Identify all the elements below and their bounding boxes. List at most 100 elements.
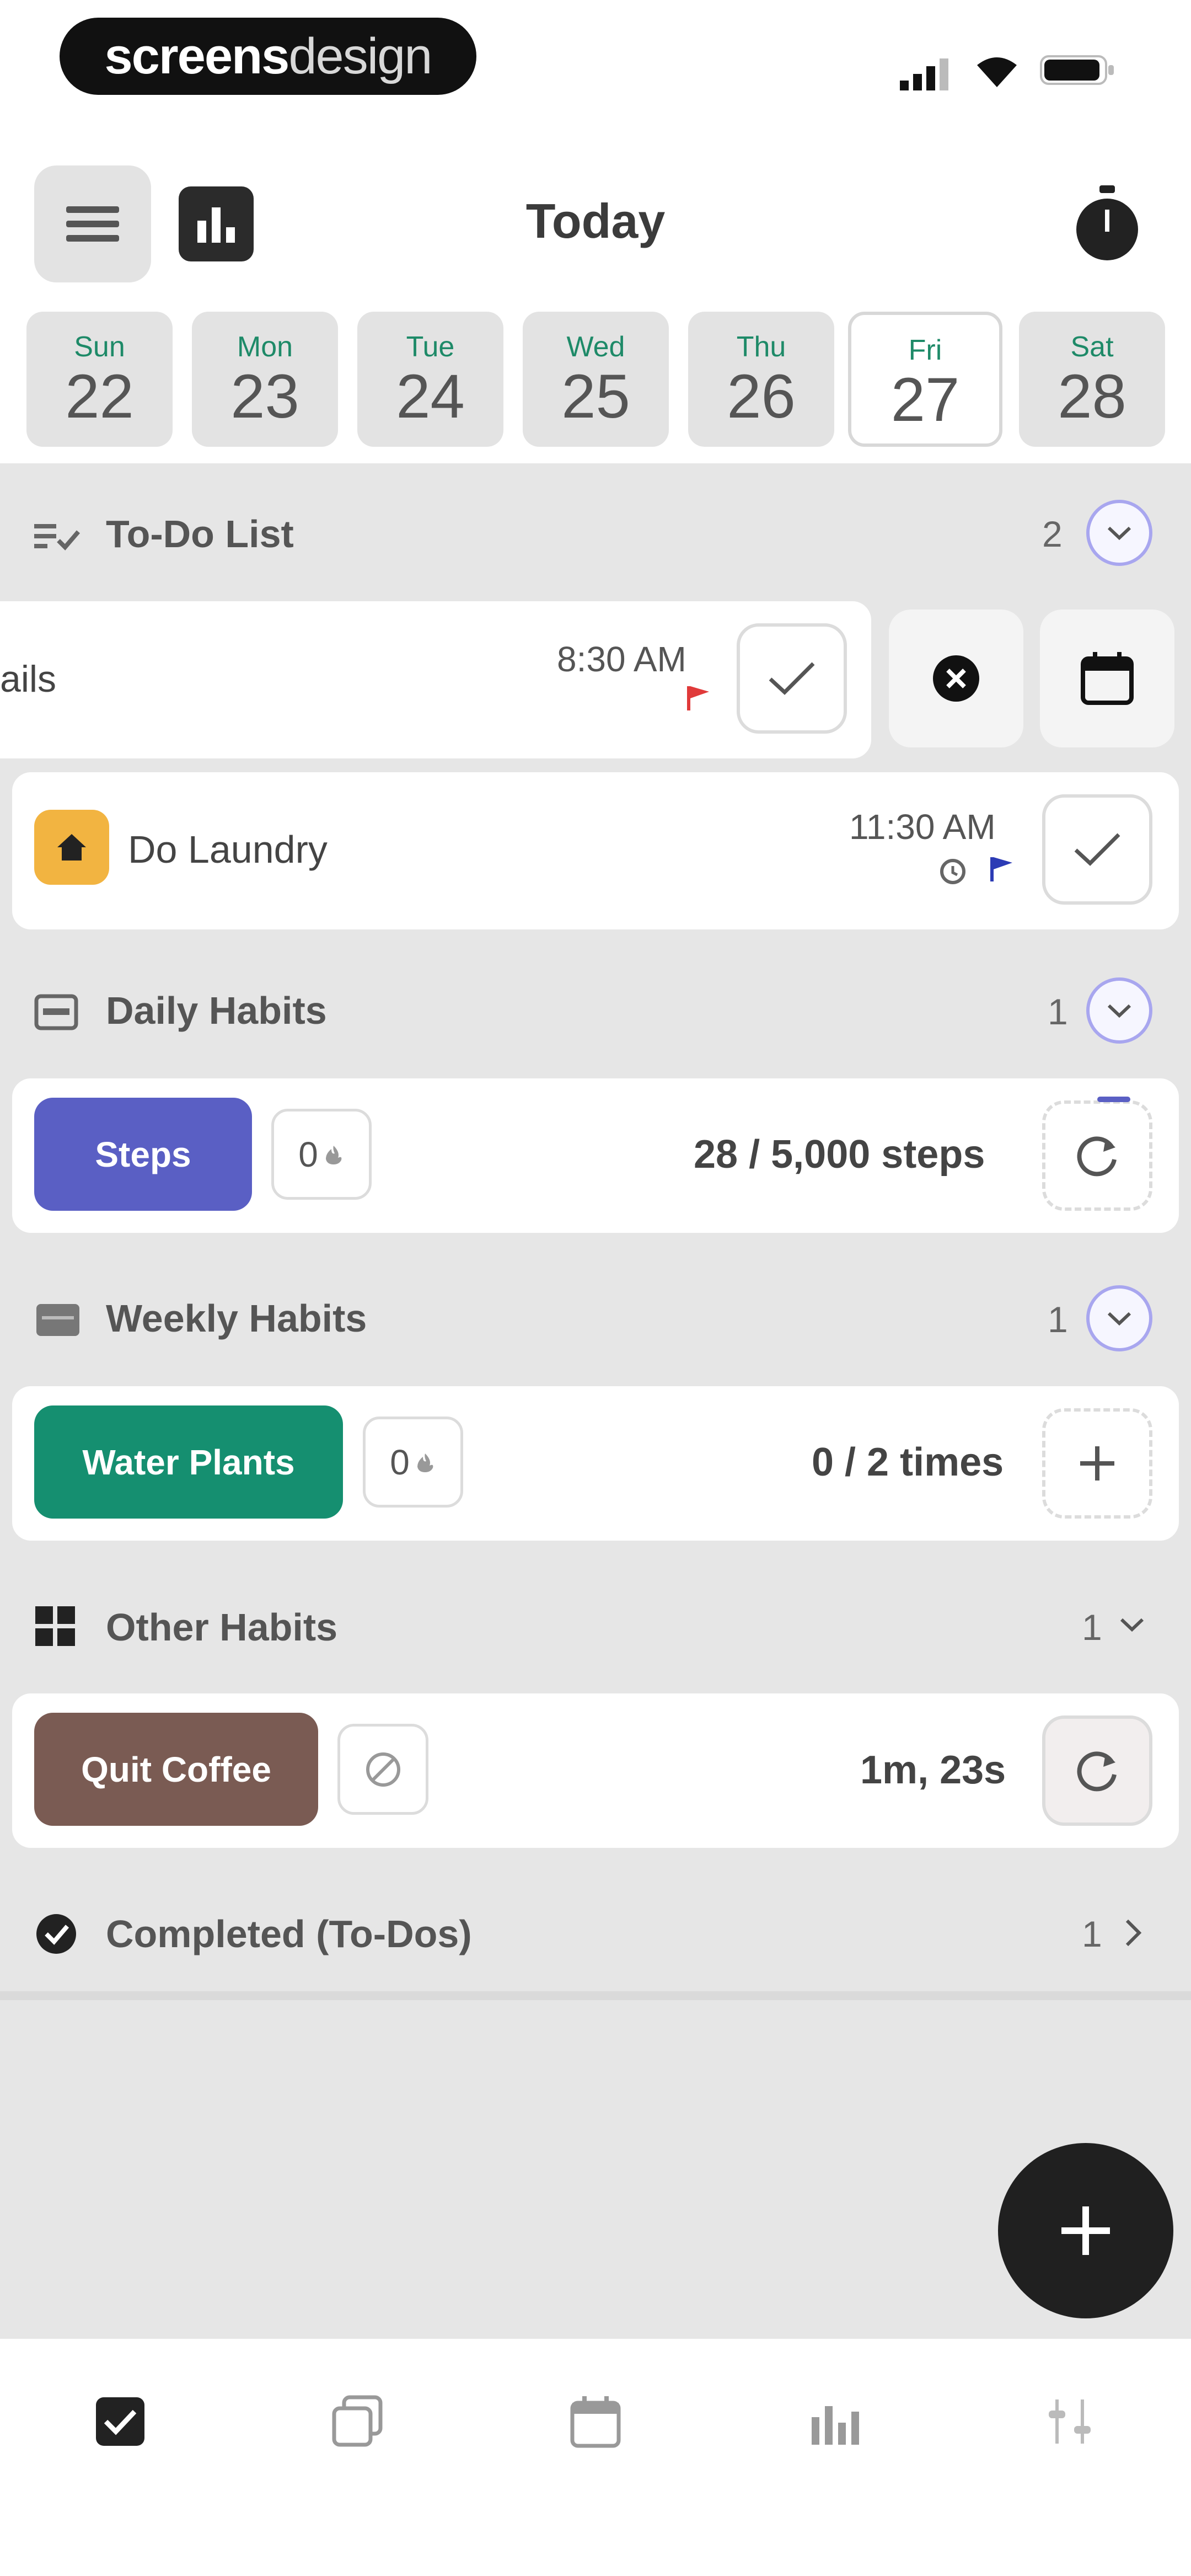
tab-habits[interactable] bbox=[319, 2383, 396, 2460]
fire-icon bbox=[325, 1145, 342, 1164]
weekly-habits-collapse-button[interactable] bbox=[1086, 1285, 1152, 1351]
daily-habits-collapse-button[interactable] bbox=[1086, 977, 1152, 1044]
habit-progress: 28 / 5,000 steps bbox=[694, 1132, 985, 1177]
day-mon[interactable]: Mon 23 bbox=[192, 312, 338, 447]
todo-item-time: 8:30 AM bbox=[557, 639, 686, 679]
other-habits-icon bbox=[34, 1605, 76, 1647]
day-tue[interactable]: Tue 24 bbox=[357, 312, 503, 447]
chevron-down-icon[interactable] bbox=[1118, 1614, 1146, 1636]
todo-section-title: To-Do List bbox=[106, 512, 294, 555]
streak-count: 0 bbox=[298, 1134, 318, 1174]
chevron-down-icon bbox=[1107, 526, 1131, 541]
weekly-habits-count: 1 bbox=[1048, 1299, 1068, 1340]
other-habits-count: 1 bbox=[1082, 1607, 1102, 1648]
page-title: Today bbox=[525, 194, 666, 248]
progress-indicator bbox=[1097, 1097, 1130, 1102]
brand-logo: screens design bbox=[60, 18, 476, 95]
complete-todo-button[interactable] bbox=[737, 623, 847, 734]
streak-badge: 0 bbox=[363, 1417, 463, 1508]
day-sat[interactable]: Sat 28 bbox=[1019, 312, 1165, 447]
day-date: 24 bbox=[396, 362, 465, 431]
tab-today[interactable] bbox=[82, 2383, 159, 2460]
other-habits-title: Other Habits bbox=[106, 1606, 338, 1649]
checkbox-icon bbox=[96, 2397, 144, 2446]
home-icon bbox=[34, 810, 109, 885]
todo-collapse-button[interactable] bbox=[1086, 500, 1152, 566]
completed-check-icon bbox=[34, 1912, 78, 1956]
bar-chart-icon bbox=[812, 2406, 859, 2445]
day-name: Thu bbox=[736, 331, 786, 363]
signal-icon bbox=[900, 53, 955, 92]
flag-icon bbox=[987, 855, 1015, 883]
completed-count: 1 bbox=[1082, 1914, 1102, 1954]
habit-progress: 0 / 2 times bbox=[812, 1440, 1004, 1484]
reset-habit-button[interactable] bbox=[1042, 1715, 1152, 1826]
daily-habits-icon bbox=[34, 993, 78, 1032]
plus-icon bbox=[1080, 1446, 1114, 1481]
stopwatch-icon bbox=[1076, 185, 1138, 260]
close-circle-icon bbox=[933, 655, 979, 702]
refresh-icon bbox=[1077, 1136, 1117, 1177]
section-divider bbox=[0, 1991, 1191, 2000]
completed-title: Completed (To-Dos) bbox=[106, 1912, 472, 1955]
calendar-icon bbox=[1081, 652, 1134, 705]
tab-stats[interactable] bbox=[795, 2383, 872, 2460]
day-name: Sat bbox=[1070, 331, 1114, 363]
alarm-icon bbox=[937, 855, 968, 886]
habit-pill-steps[interactable]: Steps bbox=[34, 1098, 252, 1211]
day-name: Fri bbox=[908, 334, 942, 366]
day-date: 22 bbox=[65, 362, 134, 431]
todo-section-icon bbox=[34, 519, 84, 552]
brand-bold: screens bbox=[104, 28, 290, 84]
sliders-icon bbox=[1049, 2399, 1091, 2444]
day-sun[interactable]: Sun 22 bbox=[26, 312, 173, 447]
day-date: 26 bbox=[727, 362, 796, 431]
day-date: 27 bbox=[890, 365, 960, 434]
streak-badge: 0 bbox=[271, 1109, 372, 1200]
flag-icon bbox=[684, 684, 711, 712]
habit-pill-quit-coffee[interactable]: Quit Coffee bbox=[34, 1713, 318, 1826]
tab-settings[interactable] bbox=[1032, 2383, 1109, 2460]
day-name: Sun bbox=[74, 331, 125, 363]
todo-count: 2 bbox=[1042, 514, 1063, 554]
weekly-habits-icon bbox=[34, 1301, 82, 1339]
calendar-icon bbox=[570, 2396, 621, 2448]
add-button[interactable] bbox=[998, 2143, 1173, 2318]
brand-light: design bbox=[288, 28, 432, 84]
increment-habit-button[interactable] bbox=[1042, 1408, 1152, 1519]
day-date: 23 bbox=[230, 362, 299, 431]
habit-pill-water-plants[interactable]: Water Plants bbox=[34, 1405, 343, 1519]
delete-action-button[interactable] bbox=[889, 610, 1023, 747]
day-thu[interactable]: Thu 26 bbox=[688, 312, 834, 447]
streak-count: 0 bbox=[390, 1442, 410, 1482]
day-date: 28 bbox=[1058, 362, 1126, 431]
stack-icon bbox=[332, 2395, 383, 2447]
timer-button[interactable] bbox=[1074, 185, 1140, 263]
day-name: Tue bbox=[406, 331, 455, 363]
chevron-down-icon bbox=[1107, 1312, 1131, 1326]
todo-item-time: 11:30 AM bbox=[849, 807, 996, 847]
daily-habits-count: 1 bbox=[1048, 991, 1068, 1032]
day-name: Wed bbox=[566, 331, 625, 363]
day-wed[interactable]: Wed 25 bbox=[523, 312, 669, 447]
tab-calendar[interactable] bbox=[557, 2383, 634, 2460]
todo-item-label: ails bbox=[0, 658, 57, 700]
schedule-action-button[interactable] bbox=[1040, 610, 1174, 747]
refresh-habit-button[interactable] bbox=[1042, 1100, 1152, 1211]
weekly-habits-title: Weekly Habits bbox=[106, 1297, 367, 1340]
chevron-right-icon[interactable] bbox=[1123, 1916, 1145, 1949]
day-date: 25 bbox=[561, 362, 630, 431]
day-name: Mon bbox=[237, 331, 293, 363]
daily-habits-title: Daily Habits bbox=[106, 989, 327, 1032]
battery-icon bbox=[1040, 53, 1117, 86]
fire-icon bbox=[417, 1453, 433, 1472]
no-streak-badge bbox=[337, 1724, 428, 1815]
plus-icon bbox=[1061, 2206, 1110, 2255]
day-fri-selected[interactable]: Fri 27 bbox=[848, 312, 1002, 447]
todo-item-label: Do Laundry bbox=[128, 828, 328, 871]
habit-elapsed: 1m, 23s bbox=[860, 1748, 1006, 1792]
wifi-icon bbox=[975, 52, 1019, 90]
refresh-icon bbox=[1077, 1751, 1117, 1792]
complete-todo-button[interactable] bbox=[1042, 794, 1152, 905]
checkmark-icon bbox=[1074, 833, 1120, 866]
